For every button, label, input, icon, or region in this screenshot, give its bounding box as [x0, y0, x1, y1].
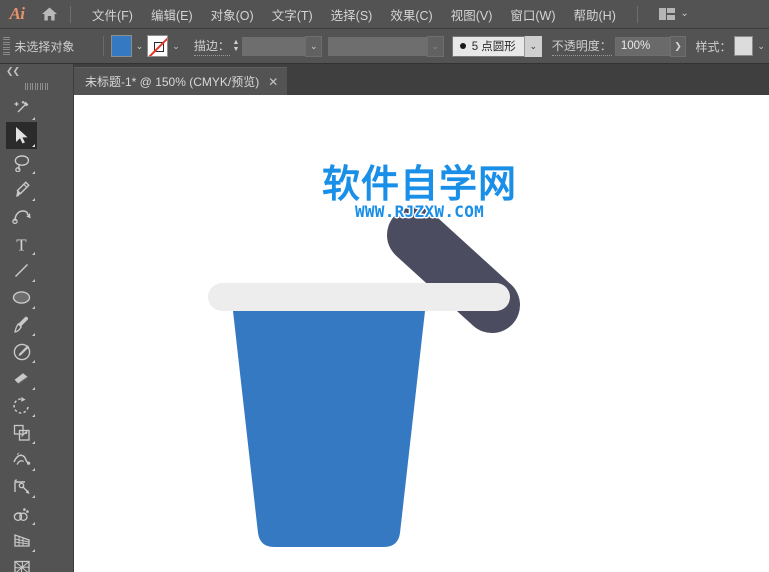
tool-curvature[interactable]: [6, 203, 37, 230]
tool-corner-marker: [32, 360, 35, 363]
tool-corner-marker: [32, 468, 35, 471]
cb-divider-1: [103, 36, 105, 56]
tool-free-transform[interactable]: [6, 473, 37, 500]
tool-width[interactable]: [6, 446, 37, 473]
mortar-and-pestle-illustration: [208, 207, 520, 547]
tool-corner-marker: [32, 549, 35, 552]
control-bar-grabber[interactable]: [3, 34, 11, 59]
menu-select[interactable]: 选择(S): [322, 1, 382, 28]
tool-magic-wand[interactable]: [6, 95, 37, 122]
tool-selection[interactable]: [6, 122, 37, 149]
tool-corner-marker: [32, 306, 35, 309]
tool-corner-marker: [32, 279, 35, 282]
tool-corner-marker: [32, 171, 35, 174]
control-bar: 未选择对象 ⌄ ⌄ 描边： ▲ ▼ ⌄ ⌄ 5 点圆形 ⌄ 不透明度： 100% …: [0, 29, 769, 64]
stroke-profile-dropdown[interactable]: ⌄: [426, 35, 444, 57]
tool-mesh[interactable]: [6, 554, 37, 572]
tool-corner-marker: [32, 522, 35, 525]
document-tab-title: 未标题-1* @ 150% (CMYK/预览): [85, 75, 260, 89]
menu-effect[interactable]: 效果(C): [381, 1, 441, 28]
menu-items: 文件(F) 编辑(E) 对象(O) 文字(T) 选择(S) 效果(C) 视图(V…: [83, 1, 625, 28]
tool-type[interactable]: T: [6, 230, 37, 257]
stroke-weight-stepper[interactable]: ▲ ▼: [230, 35, 242, 57]
brush-definition-select[interactable]: 5 点圆形 ⌄: [451, 35, 542, 57]
bowl-shape: [233, 311, 425, 547]
style-dropdown-arrow[interactable]: ⌄: [753, 35, 769, 57]
menu-window[interactable]: 窗口(W): [501, 1, 564, 28]
style-label: 样式：: [695, 39, 732, 54]
app-logo: Ai: [9, 4, 25, 23]
tool-corner-marker: [32, 495, 35, 498]
tool-shaper[interactable]: [6, 338, 37, 365]
brush-dot-icon: [459, 43, 466, 49]
home-icon[interactable]: [34, 0, 64, 29]
rim-shape: [208, 283, 510, 311]
tool-corner-marker: [32, 387, 35, 390]
document-tab-bar: 未标题-1* @ 150% (CMYK/预览) ✕: [0, 64, 769, 95]
canvas-area[interactable]: 软件自学网 WWW.RJZXW.COM: [74, 95, 769, 572]
brush-label: 5 点圆形: [471, 41, 516, 53]
graphic-style-swatch[interactable]: [734, 36, 754, 56]
tool-ellipse[interactable]: [6, 284, 37, 311]
menu-edit[interactable]: 编辑(E): [142, 1, 202, 28]
tool-perspective-grid[interactable]: [6, 527, 37, 554]
close-icon[interactable]: ✕: [268, 76, 278, 88]
opacity-input[interactable]: 100%: [614, 36, 670, 56]
menu-file[interactable]: 文件(F): [83, 1, 142, 28]
opacity-flyout-arrow[interactable]: ❯: [669, 35, 687, 57]
menu-view[interactable]: 视图(V): [442, 1, 502, 28]
stroke-swatch[interactable]: [147, 35, 169, 57]
illustrator-window: Ai 文件(F) 编辑(E) 对象(O) 文字(T) 选择(S) 效果(C) 视…: [0, 0, 769, 572]
tool-scale[interactable]: [6, 419, 37, 446]
stroke-profile-input[interactable]: [328, 36, 427, 56]
stroke-weight-label: 描边：: [193, 37, 230, 56]
tool-corner-marker: [32, 252, 35, 255]
tool-paintbrush[interactable]: [6, 311, 37, 338]
brush-dropdown-arrow[interactable]: ⌄: [523, 35, 542, 57]
tool-panel: ❮❮ T: [0, 64, 74, 572]
tool-shape-builder[interactable]: [6, 500, 37, 527]
tool-eraser[interactable]: [6, 365, 37, 392]
menu-divider: [70, 5, 71, 23]
fill-swatch[interactable]: [111, 35, 132, 57]
tool-rotate[interactable]: [6, 392, 37, 419]
fill-dropdown-arrow[interactable]: ⌄: [132, 35, 148, 57]
stroke-weight-input[interactable]: [241, 36, 306, 56]
selection-status: 未选择对象: [14, 39, 75, 54]
tool-corner-marker: [32, 441, 35, 444]
svg-text:T: T: [16, 235, 27, 253]
workspace-switcher[interactable]: ⌄: [654, 5, 694, 23]
tool-line-segment[interactable]: [6, 257, 37, 284]
stroke-dropdown-arrow[interactable]: ⌄: [168, 35, 184, 57]
tool-corner-marker: [32, 117, 35, 120]
tool-corner-marker: [32, 414, 35, 417]
tool-panel-collapse-icon[interactable]: ❮❮: [0, 64, 73, 79]
menu-object[interactable]: 对象(O): [202, 1, 263, 28]
tool-corner-marker: [32, 198, 35, 201]
tool-grid: T: [0, 93, 73, 572]
menu-bar: Ai 文件(F) 编辑(E) 对象(O) 文字(T) 选择(S) 效果(C) 视…: [0, 0, 769, 29]
stroke-weight-dropdown[interactable]: ⌄: [305, 35, 323, 57]
opacity-label: 不透明度：: [551, 37, 612, 56]
workspace-divider: [636, 5, 638, 23]
document-tab[interactable]: 未标题-1* @ 150% (CMYK/预览) ✕: [74, 67, 288, 95]
tool-lasso[interactable]: [6, 149, 37, 176]
tool-corner-marker: [32, 144, 35, 147]
tool-corner-marker: [32, 333, 35, 336]
tool-pen[interactable]: [6, 176, 37, 203]
chevron-down-icon: ⌄: [680, 8, 689, 19]
workspace-layout-icon: [658, 8, 676, 20]
menu-help[interactable]: 帮助(H): [565, 1, 625, 28]
menu-type[interactable]: 文字(T): [263, 1, 322, 28]
tool-panel-grabber[interactable]: [0, 79, 73, 93]
